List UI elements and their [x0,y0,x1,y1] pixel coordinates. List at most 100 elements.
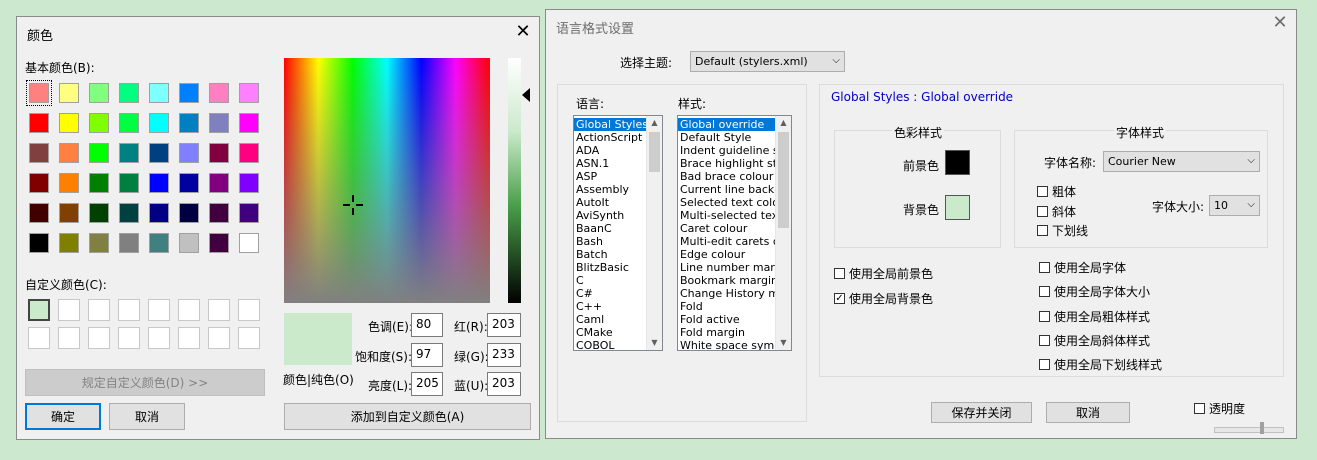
global-bold-checkbox[interactable]: 使用全局粗体样式 [1039,308,1150,325]
scroll-up-icon[interactable]: ▲ [776,116,791,130]
basic-color-swatch[interactable] [119,203,139,223]
language-list-scrollbar[interactable]: ▲ ▼ [646,116,662,350]
custom-color-swatch[interactable] [238,327,260,349]
basic-color-swatch[interactable] [209,143,229,163]
basic-color-swatch[interactable] [179,233,199,253]
basic-color-swatch[interactable] [89,143,109,163]
style-list[interactable]: Global override Default Style Indent guide… [677,115,792,351]
blue-input[interactable]: 203 [487,372,521,396]
basic-color-swatch[interactable] [89,83,109,103]
basic-color-swatch[interactable] [179,203,199,223]
basic-color-swatch[interactable] [89,113,109,133]
background-color-swatch[interactable] [945,195,970,220]
save-close-button[interactable]: 保存并关闭 [931,402,1032,423]
basic-color-swatch[interactable] [149,113,169,133]
cancel-button[interactable]: 取消 [109,403,185,430]
scroll-thumb[interactable] [778,132,789,228]
scroll-thumb[interactable] [649,132,660,172]
global-bg-checkbox[interactable]: ✓ 使用全局背景色 [834,290,933,307]
basic-color-swatch[interactable] [59,203,79,223]
green-input[interactable]: 233 [487,343,521,367]
hue-input[interactable]: 80 [411,313,443,337]
global-italic-checkbox[interactable]: 使用全局斜体样式 [1039,332,1150,349]
basic-color-swatch[interactable] [239,113,259,133]
global-underline-checkbox[interactable]: 使用全局下划线样式 [1039,356,1162,373]
color-spectrum[interactable] [284,58,490,303]
checkbox-box[interactable]: ✓ [834,293,845,304]
checkbox-box[interactable] [1194,403,1205,414]
basic-color-swatch[interactable] [209,83,229,103]
red-input[interactable]: 203 [487,313,521,337]
scroll-down-icon[interactable]: ▼ [647,336,662,350]
style-list-scrollbar[interactable]: ▲ ▼ [775,116,791,350]
basic-color-swatch[interactable] [89,173,109,193]
ok-button[interactable]: 确定 [25,403,101,430]
basic-color-swatch[interactable] [59,233,79,253]
custom-color-swatch[interactable] [88,299,110,321]
basic-color-swatch[interactable] [29,143,49,163]
global-fg-checkbox[interactable]: 使用全局前景色 [834,265,933,282]
global-font-checkbox[interactable]: 使用全局字体 [1039,259,1126,276]
define-custom-colors-button[interactable]: 规定自定义颜色(D) >> [25,369,265,396]
basic-color-swatch[interactable] [119,233,139,253]
luminance-arrow-icon[interactable] [522,88,530,102]
checkbox-box[interactable] [1039,286,1050,297]
basic-color-swatch[interactable] [59,113,79,133]
custom-color-swatch[interactable] [178,299,200,321]
custom-color-swatch[interactable] [88,327,110,349]
custom-color-swatch[interactable] [118,327,140,349]
cancel-button[interactable]: 取消 [1046,402,1130,423]
global-font-size-checkbox[interactable]: 使用全局字体大小 [1039,283,1150,300]
close-icon[interactable]: ✕ [513,23,533,43]
custom-color-swatch[interactable] [238,299,260,321]
basic-color-swatch[interactable] [59,143,79,163]
basic-color-swatch[interactable] [59,83,79,103]
sat-input[interactable]: 97 [411,343,443,367]
basic-color-swatch[interactable] [179,83,199,103]
basic-color-swatch[interactable] [89,203,109,223]
basic-color-swatch[interactable] [239,173,259,193]
custom-color-swatch[interactable] [208,327,230,349]
bold-checkbox[interactable]: 粗体 [1037,183,1076,200]
language-list[interactable]: Global Styles ActionScript ADA ASN.1 ASP Asse… [573,115,663,351]
checkbox-box[interactable] [1039,335,1050,346]
checkbox-box[interactable] [1039,359,1050,370]
basic-color-swatch[interactable] [59,173,79,193]
custom-color-swatch[interactable] [148,299,170,321]
close-icon[interactable]: ✕ [1270,14,1290,34]
basic-color-swatch[interactable] [179,173,199,193]
basic-color-swatch[interactable] [239,143,259,163]
basic-color-swatch[interactable] [239,203,259,223]
basic-color-swatch[interactable] [209,203,229,223]
scroll-down-icon[interactable]: ▼ [776,336,791,350]
theme-select[interactable]: Default (stylers.xml) ⌵ [690,51,845,72]
basic-color-swatch[interactable] [239,233,259,253]
transparency-slider-thumb[interactable] [1260,422,1264,434]
custom-color-swatch[interactable] [148,327,170,349]
custom-color-swatch[interactable] [178,327,200,349]
basic-color-swatch[interactable] [29,113,49,133]
foreground-color-swatch[interactable] [945,150,970,175]
basic-color-swatch[interactable] [119,113,139,133]
italic-checkbox[interactable]: 斜体 [1037,203,1076,220]
basic-color-swatch[interactable] [149,83,169,103]
custom-color-swatch[interactable] [28,299,50,321]
custom-color-swatch[interactable] [118,299,140,321]
checkbox-box[interactable] [1037,225,1048,236]
checkbox-box[interactable] [1039,311,1050,322]
basic-color-swatch[interactable] [29,233,49,253]
basic-color-swatch[interactable] [89,233,109,253]
basic-color-swatch[interactable] [209,113,229,133]
underline-checkbox[interactable]: 下划线 [1037,222,1088,239]
custom-color-swatch[interactable] [28,327,50,349]
custom-color-swatch[interactable] [58,299,80,321]
basic-color-swatch[interactable] [209,173,229,193]
transparency-slider[interactable] [1214,427,1284,433]
custom-color-swatch[interactable] [208,299,230,321]
basic-color-swatch[interactable] [26,80,52,106]
basic-color-swatch[interactable] [119,83,139,103]
basic-color-swatch[interactable] [29,203,49,223]
font-name-select[interactable]: Courier New ⌵ [1103,151,1260,172]
basic-color-swatch[interactable] [179,113,199,133]
basic-color-swatch[interactable] [119,173,139,193]
